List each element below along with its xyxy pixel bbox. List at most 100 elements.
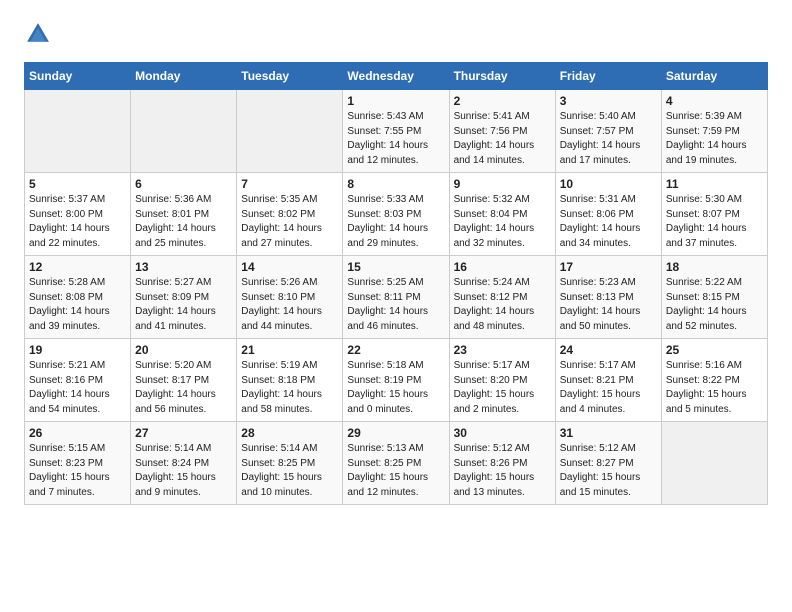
calendar-cell: [131, 90, 237, 173]
day-info: Sunrise: 5:12 AMSunset: 8:26 PMDaylight:…: [454, 442, 551, 500]
day-info: Sunrise: 5:19 AMSunset: 8:18 PMDaylight:…: [241, 359, 338, 417]
day-info: Sunrise: 5:22 AMSunset: 8:15 PMDaylight:…: [666, 276, 763, 334]
calendar-cell: 6 Sunrise: 5:36 AMSunset: 8:01 PMDaylight…: [131, 173, 237, 256]
day-info: Sunrise: 5:28 AMSunset: 8:08 PMDaylight:…: [29, 276, 126, 334]
calendar-cell: 9Sunrise: 5:32 AMSunset: 8:04 PMDaylight…: [449, 173, 555, 256]
calendar-cell: 30 Sunrise: 5:12 AMSunset: 8:26 PMDayligh…: [449, 422, 555, 505]
day-info: Sunrise: 5:17 AMSunset: 8:20 PMDaylight:…: [454, 359, 551, 417]
day-number: 12: [29, 260, 126, 274]
day-number: 6: [135, 177, 232, 191]
day-info: Sunrise: 5:18 AMSunset: 8:19 PMDaylight:…: [347, 359, 444, 417]
day-number: 13: [135, 260, 232, 274]
day-info: Sunrise: 5:26 AMSunset: 8:10 PMDaylight:…: [241, 276, 338, 334]
calendar-header: SundayMondayTuesdayWednesdayThursdayFrid…: [25, 63, 768, 90]
day-info: Sunrise: 5:36 AMSunset: 8:01 PMDaylight:…: [135, 193, 232, 251]
day-number: 27: [135, 426, 232, 440]
day-info: Sunrise: 5:32 AMSunset: 8:04 PMDaylight:…: [454, 193, 551, 251]
calendar-cell: 5 Sunrise: 5:37 AMSunset: 8:00 PMDaylight…: [25, 173, 131, 256]
day-number: 2: [454, 94, 551, 108]
calendar-cell: 31 Sunrise: 5:12 AMSunset: 8:27 PMDayligh…: [555, 422, 661, 505]
weekday-header: Tuesday: [237, 63, 343, 90]
day-info: Sunrise: 5:33 AMSunset: 8:03 PMDaylight:…: [347, 193, 444, 251]
day-info: Sunrise: 5:12 AMSunset: 8:27 PMDaylight:…: [560, 442, 657, 500]
day-info: Sunrise: 5:35 AMSunset: 8:02 PMDaylight:…: [241, 193, 338, 251]
day-info: Sunrise: 5:23 AMSunset: 8:13 PMDaylight:…: [560, 276, 657, 334]
weekday-header: Thursday: [449, 63, 555, 90]
day-number: 22: [347, 343, 444, 357]
calendar-cell: 23 Sunrise: 5:17 AMSunset: 8:20 PMDayligh…: [449, 339, 555, 422]
weekday-header: Sunday: [25, 63, 131, 90]
weekday-header: Monday: [131, 63, 237, 90]
day-info: Sunrise: 5:25 AMSunset: 8:11 PMDaylight:…: [347, 276, 444, 334]
calendar-cell: 10 Sunrise: 5:31 AMSunset: 8:06 PMDayligh…: [555, 173, 661, 256]
calendar-cell: 7 Sunrise: 5:35 AMSunset: 8:02 PMDaylight…: [237, 173, 343, 256]
day-number: 24: [560, 343, 657, 357]
day-number: 1: [347, 94, 444, 108]
calendar-cell: [25, 90, 131, 173]
calendar-week-row: 26Sunrise: 5:15 AMSunset: 8:23 PMDayligh…: [25, 422, 768, 505]
calendar-cell: 25Sunrise: 5:16 AMSunset: 8:22 PMDayligh…: [661, 339, 767, 422]
day-info: Sunrise: 5:14 AMSunset: 8:25 PMDaylight:…: [241, 442, 338, 500]
calendar-cell: 26Sunrise: 5:15 AMSunset: 8:23 PMDayligh…: [25, 422, 131, 505]
day-number: 4: [666, 94, 763, 108]
day-number: 5: [29, 177, 126, 191]
calendar-cell: [661, 422, 767, 505]
weekday-header: Friday: [555, 63, 661, 90]
calendar-cell: 1 Sunrise: 5:43 AMSunset: 7:55 PMDaylight…: [343, 90, 449, 173]
day-info: Sunrise: 5:21 AMSunset: 8:16 PMDaylight:…: [29, 359, 126, 417]
day-number: 10: [560, 177, 657, 191]
calendar-body: 1 Sunrise: 5:43 AMSunset: 7:55 PMDaylight…: [25, 90, 768, 505]
calendar-week-row: 1 Sunrise: 5:43 AMSunset: 7:55 PMDaylight…: [25, 90, 768, 173]
day-number: 15: [347, 260, 444, 274]
day-info: Sunrise: 5:27 AMSunset: 8:09 PMDaylight:…: [135, 276, 232, 334]
day-number: 30: [454, 426, 551, 440]
day-number: 11: [666, 177, 763, 191]
day-info: Sunrise: 5:39 AMSunset: 7:59 PMDaylight:…: [666, 110, 763, 168]
calendar-cell: [237, 90, 343, 173]
calendar-cell: 4 Sunrise: 5:39 AMSunset: 7:59 PMDaylight…: [661, 90, 767, 173]
day-info: Sunrise: 5:43 AMSunset: 7:55 PMDaylight:…: [347, 110, 444, 168]
day-number: 17: [560, 260, 657, 274]
calendar-cell: 12 Sunrise: 5:28 AMSunset: 8:08 PMDayligh…: [25, 256, 131, 339]
calendar-cell: 2 Sunrise: 5:41 AMSunset: 7:56 PMDaylight…: [449, 90, 555, 173]
header-row: SundayMondayTuesdayWednesdayThursdayFrid…: [25, 63, 768, 90]
calendar-cell: 28 Sunrise: 5:14 AMSunset: 8:25 PMDayligh…: [237, 422, 343, 505]
day-info: Sunrise: 5:31 AMSunset: 8:06 PMDaylight:…: [560, 193, 657, 251]
calendar-week-row: 5 Sunrise: 5:37 AMSunset: 8:00 PMDaylight…: [25, 173, 768, 256]
day-info: Sunrise: 5:24 AMSunset: 8:12 PMDaylight:…: [454, 276, 551, 334]
calendar-cell: 15 Sunrise: 5:25 AMSunset: 8:11 PMDayligh…: [343, 256, 449, 339]
day-info: Sunrise: 5:16 AMSunset: 8:22 PMDaylight:…: [666, 359, 763, 417]
calendar-cell: 14 Sunrise: 5:26 AMSunset: 8:10 PMDayligh…: [237, 256, 343, 339]
calendar-cell: 11Sunrise: 5:30 AMSunset: 8:07 PMDayligh…: [661, 173, 767, 256]
day-number: 8: [347, 177, 444, 191]
calendar-cell: 3Sunrise: 5:40 AMSunset: 7:57 PMDaylight…: [555, 90, 661, 173]
weekday-header: Saturday: [661, 63, 767, 90]
day-number: 31: [560, 426, 657, 440]
day-info: Sunrise: 5:41 AMSunset: 7:56 PMDaylight:…: [454, 110, 551, 168]
day-number: 26: [29, 426, 126, 440]
calendar-cell: 18Sunrise: 5:22 AMSunset: 8:15 PMDayligh…: [661, 256, 767, 339]
weekday-header: Wednesday: [343, 63, 449, 90]
day-number: 29: [347, 426, 444, 440]
day-info: Sunrise: 5:40 AMSunset: 7:57 PMDaylight:…: [560, 110, 657, 168]
calendar-cell: 13 Sunrise: 5:27 AMSunset: 8:09 PMDayligh…: [131, 256, 237, 339]
day-number: 19: [29, 343, 126, 357]
day-number: 23: [454, 343, 551, 357]
day-number: 16: [454, 260, 551, 274]
calendar-week-row: 19 Sunrise: 5:21 AMSunset: 8:16 PMDayligh…: [25, 339, 768, 422]
calendar-cell: 27Sunrise: 5:14 AMSunset: 8:24 PMDayligh…: [131, 422, 237, 505]
day-info: Sunrise: 5:13 AMSunset: 8:25 PMDaylight:…: [347, 442, 444, 500]
page-header: [24, 20, 768, 48]
calendar-cell: 16 Sunrise: 5:24 AMSunset: 8:12 PMDayligh…: [449, 256, 555, 339]
logo: [24, 20, 56, 48]
day-number: 7: [241, 177, 338, 191]
logo-icon: [24, 20, 52, 48]
calendar-cell: 24Sunrise: 5:17 AMSunset: 8:21 PMDayligh…: [555, 339, 661, 422]
calendar-cell: 29 Sunrise: 5:13 AMSunset: 8:25 PMDayligh…: [343, 422, 449, 505]
day-number: 14: [241, 260, 338, 274]
day-number: 21: [241, 343, 338, 357]
day-info: Sunrise: 5:20 AMSunset: 8:17 PMDaylight:…: [135, 359, 232, 417]
day-number: 28: [241, 426, 338, 440]
day-info: Sunrise: 5:37 AMSunset: 8:00 PMDaylight:…: [29, 193, 126, 251]
calendar-cell: 17 Sunrise: 5:23 AMSunset: 8:13 PMDayligh…: [555, 256, 661, 339]
